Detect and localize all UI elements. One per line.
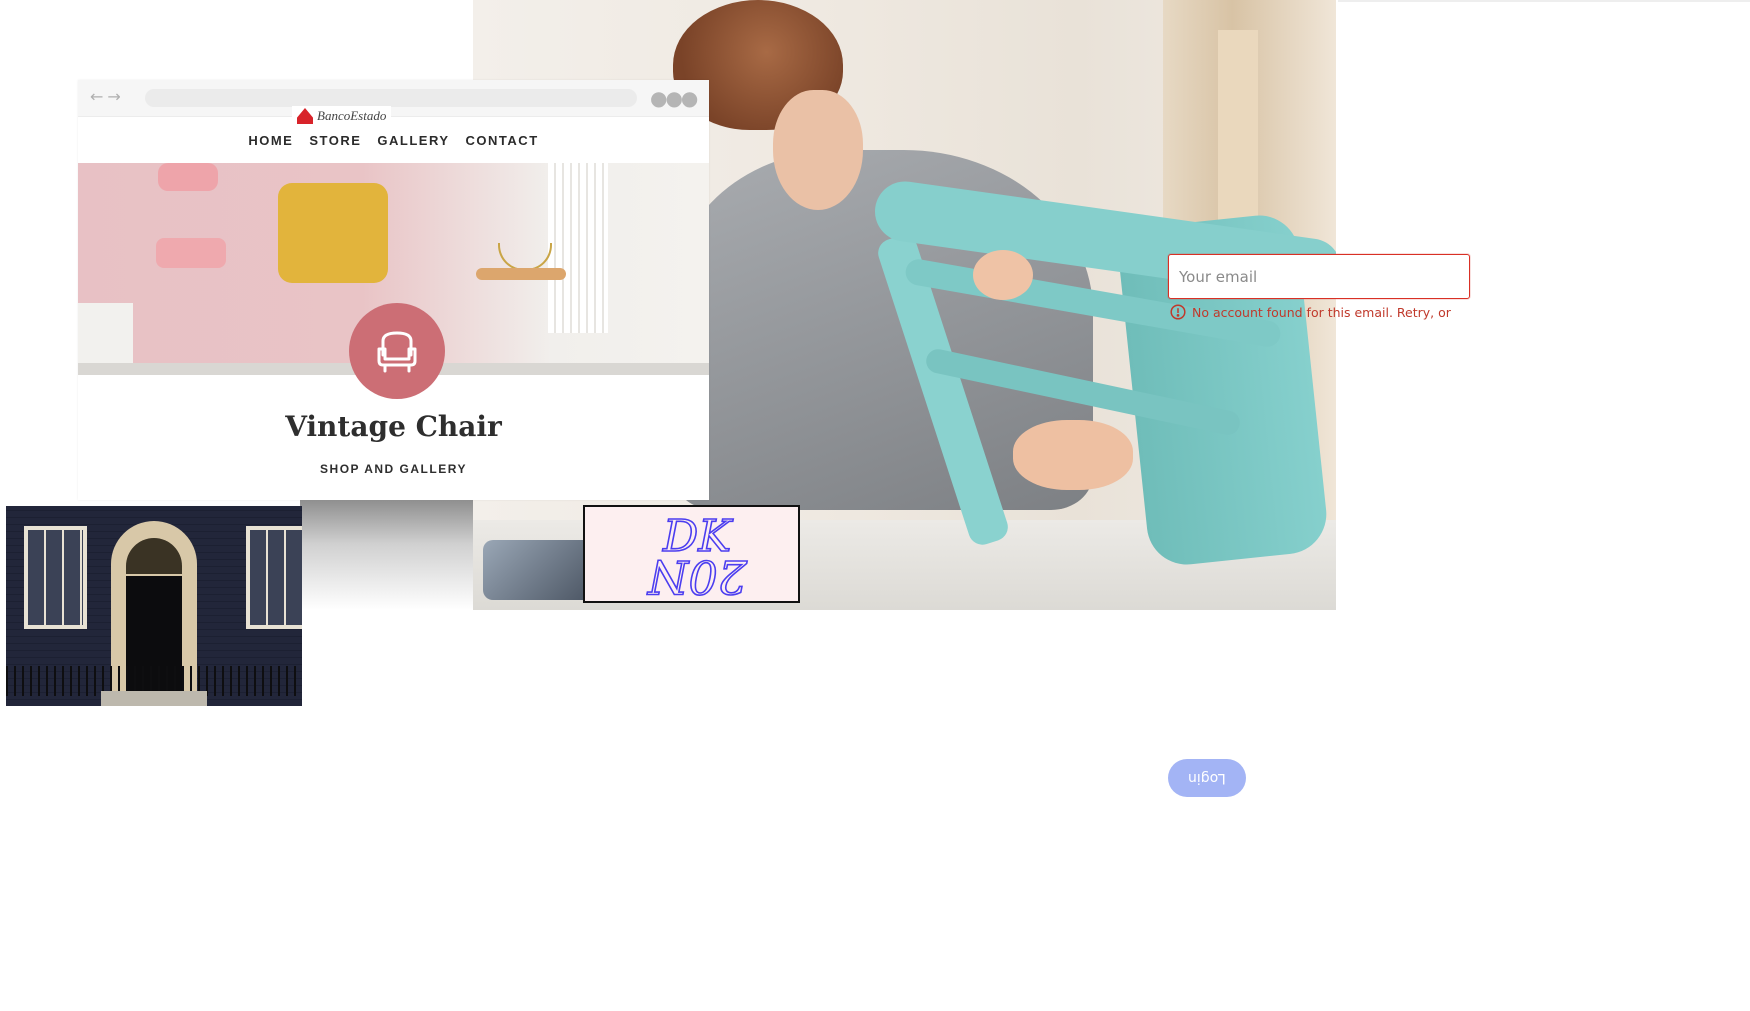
mock-nav-home[interactable]: HOME: [248, 133, 293, 148]
gradient-strip: [300, 500, 473, 610]
door-photo: [6, 506, 302, 706]
more-dots-icon: ●●●: [650, 86, 698, 110]
chair-icon: [377, 331, 417, 373]
bancoestado-logo[interactable]: BancoEstado: [292, 106, 392, 126]
mock-radiator: [548, 163, 608, 333]
back-forward-arrows-icon: ←→: [90, 87, 125, 106]
door-photo-window: [246, 526, 302, 629]
hero-hand: [1013, 420, 1133, 490]
vintage-chair-website-mockup: ←→ ●●● BancoEstado HOME STORE GALLERY CO…: [78, 80, 709, 500]
bancoestado-logo-text: BancoEstado: [317, 108, 387, 123]
door-photo-step: [101, 691, 207, 706]
mock-side-table: [476, 268, 566, 280]
door-photo-window: [24, 526, 87, 629]
mock-nav-contact[interactable]: CONTACT: [466, 133, 539, 148]
mock-nav-store[interactable]: STORE: [309, 133, 361, 148]
mock-nav: HOME STORE GALLERY CONTACT: [78, 133, 709, 148]
hero-sander-tool: [483, 540, 593, 600]
alert-circle-icon: [1170, 304, 1186, 320]
captcha-line2: 20N: [646, 550, 748, 601]
mock-url-bar: [145, 89, 637, 107]
captcha-image: DK 20N: [583, 505, 800, 603]
mock-pink-chair-back: [158, 163, 218, 191]
email-error-text: No account found for this email. Retry, …: [1192, 304, 1451, 320]
email-error-message: No account found for this email. Retry, …: [1170, 304, 1451, 320]
mock-title: Vintage Chair: [285, 410, 502, 443]
mock-browser-bar: ←→ ●●●: [78, 80, 709, 117]
mock-nav-gallery[interactable]: GALLERY: [377, 133, 449, 148]
mock-yellow-armchair: [278, 183, 388, 283]
captcha-glyphs: DK 20N: [646, 510, 749, 601]
mock-pink-chair-seat: [156, 238, 226, 268]
login-button[interactable]: Login: [1168, 759, 1246, 797]
hero-face: [773, 90, 863, 210]
chair-icon-badge: [349, 303, 445, 399]
hero-hand: [973, 250, 1033, 300]
email-field[interactable]: [1168, 254, 1470, 299]
mock-marble-block: [78, 303, 133, 363]
top-divider: [1338, 0, 1750, 2]
login-button-label: Login: [1188, 770, 1226, 786]
mock-subtitle: SHOP AND GALLERY: [320, 462, 467, 476]
bancoestado-logo-icon: [297, 108, 313, 124]
mock-bowl: [498, 243, 552, 271]
